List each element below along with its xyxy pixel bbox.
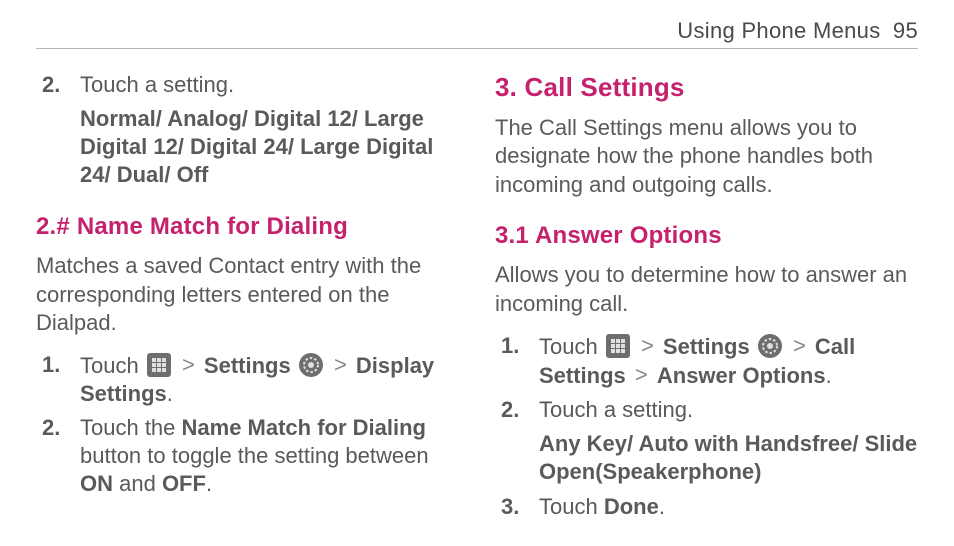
- bold-label: OFF: [162, 471, 206, 496]
- left-column: Touch a setting. Normal/ Analog/ Digital…: [36, 71, 459, 527]
- step-text: Touch: [80, 353, 145, 378]
- two-column-layout: Touch a setting. Normal/ Analog/ Digital…: [36, 71, 918, 527]
- separator: >: [635, 333, 660, 358]
- right-column: 3. Call Settings The Call Settings menu …: [495, 71, 918, 527]
- period: .: [826, 363, 832, 388]
- settings-gear-icon: [758, 334, 782, 358]
- step-text: Touch: [539, 494, 604, 519]
- separator: >: [176, 352, 201, 377]
- running-header: Using Phone Menus 95: [36, 18, 918, 49]
- paragraph: Matches a saved Contact entry with the c…: [36, 252, 459, 336]
- list-item: Touch the Name Match for Dialing button …: [78, 414, 459, 498]
- bold-label: Done: [604, 494, 659, 519]
- paragraph: Allows you to determine how to answer an…: [495, 261, 918, 317]
- step-text: Touch: [539, 334, 604, 359]
- step-text: and: [113, 471, 162, 496]
- separator: >: [328, 352, 353, 377]
- separator: >: [787, 333, 812, 358]
- bold-label: Settings: [204, 353, 291, 378]
- paragraph: The Call Settings menu allows you to des…: [495, 114, 918, 198]
- bold-label: Name Match for Dialing: [182, 415, 426, 440]
- settings-gear-icon: [299, 353, 323, 377]
- subsection-heading: 3.1 Answer Options: [495, 221, 918, 252]
- page-number: 95: [893, 18, 918, 43]
- section-heading: 3. Call Settings: [495, 71, 918, 104]
- list-item: Touch Done.: [537, 493, 918, 521]
- period: .: [206, 471, 212, 496]
- apps-grid-icon: [147, 353, 171, 377]
- manual-page: Using Phone Menus 95 Touch a setting. No…: [0, 0, 954, 546]
- bold-label: Settings: [663, 334, 750, 359]
- step-text: Touch a setting.: [539, 397, 693, 422]
- bold-label: Answer Options: [657, 363, 826, 388]
- list-item: Touch a setting. Any Key/ Auto with Hand…: [537, 396, 918, 486]
- apps-grid-icon: [606, 334, 630, 358]
- header-title: Using Phone Menus: [677, 18, 880, 43]
- step-text: button to toggle the setting between: [80, 443, 429, 468]
- list-item: Touch a setting. Normal/ Analog/ Digital…: [78, 71, 459, 190]
- step-text: Touch a setting.: [80, 72, 234, 97]
- period: .: [659, 494, 665, 519]
- list-clock-format-continued: Touch a setting. Normal/ Analog/ Digital…: [36, 71, 459, 190]
- bold-label: ON: [80, 471, 113, 496]
- step-text: Touch the: [80, 415, 182, 440]
- list-item: Touch > Settings > Call Settings > Answe…: [537, 332, 918, 390]
- period: .: [167, 381, 173, 406]
- step-options: Normal/ Analog/ Digital 12/ Large Digita…: [80, 105, 459, 189]
- list-answer-options: Touch > Settings > Call Settings > Answe…: [495, 332, 918, 521]
- step-options: Any Key/ Auto with Handsfree/ Slide Open…: [539, 430, 918, 486]
- separator: >: [629, 362, 654, 387]
- list-item: Touch > Settings > Display Settings.: [78, 351, 459, 408]
- subsection-heading: 2.# Name Match for Dialing: [36, 212, 459, 243]
- list-name-match: Touch > Settings > Display Settings. Tou…: [36, 351, 459, 499]
